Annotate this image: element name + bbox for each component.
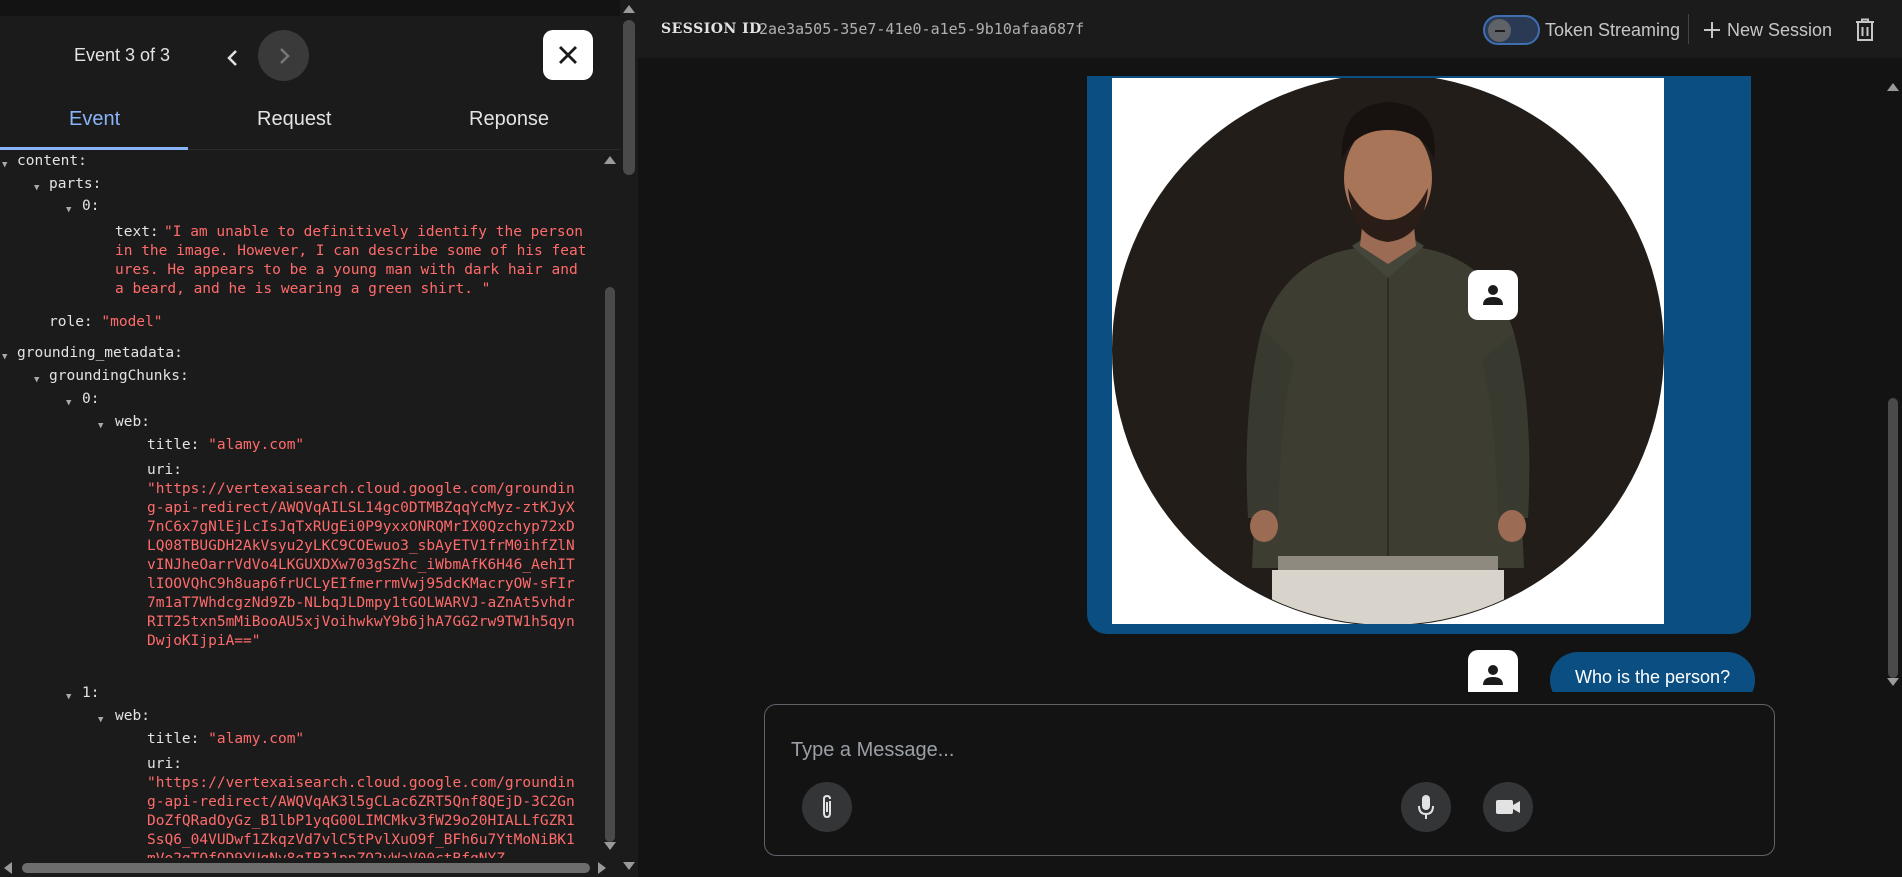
scroll-down-arrow-icon[interactable] <box>1887 678 1899 686</box>
paperclip-icon <box>823 794 831 819</box>
tree-value-uri: "https://vertexaisearch.cloud.google.com… <box>147 775 575 858</box>
microphone-button[interactable] <box>1401 782 1451 832</box>
tab-request[interactable]: Request <box>257 108 332 131</box>
panel-top-strip <box>0 0 620 16</box>
scroll-left-arrow-icon[interactable] <box>4 862 12 874</box>
tree-key-title: title <box>147 731 191 747</box>
plus-icon <box>1704 22 1720 38</box>
event-count: Event 3 of 3 <box>74 45 171 65</box>
close-button[interactable] <box>543 30 593 80</box>
session-toolbar: SESSION ID 2ae3a505-35e7-41e0-a1e5-9b10a… <box>638 0 1902 58</box>
collapse-caret-icon[interactable]: ▼ <box>66 201 71 220</box>
scroll-up-arrow-icon[interactable] <box>604 156 616 164</box>
scroll-down-arrow-icon[interactable] <box>623 862 635 870</box>
collapse-caret-icon[interactable]: ▼ <box>98 417 103 436</box>
tree-key-parts: parts <box>49 176 93 192</box>
person-icon <box>1483 285 1503 305</box>
scrollbar-thumb[interactable] <box>605 287 615 842</box>
trash-icon <box>1856 18 1874 41</box>
collapse-caret-icon[interactable]: ▼ <box>66 688 71 707</box>
token-streaming-toggle[interactable] <box>1483 15 1540 45</box>
tree-vertical-scrollbar[interactable] <box>600 152 620 858</box>
user-message-text: Who is the person? <box>1575 667 1731 687</box>
toggle-knob <box>1488 19 1511 42</box>
chat-vertical-scrollbar[interactable] <box>1884 58 1902 692</box>
scroll-up-arrow-icon[interactable] <box>1887 83 1899 91</box>
scrollbar-thumb[interactable] <box>22 863 590 873</box>
toolbar-divider <box>1688 14 1689 44</box>
tree-key-chunk-index: 1 <box>82 685 91 701</box>
chat-messages: Who is the person? <box>638 58 1884 692</box>
tab-response[interactable]: Reponse <box>469 108 549 131</box>
scroll-right-arrow-icon[interactable] <box>598 862 606 874</box>
uploaded-image <box>1112 78 1664 624</box>
tree-key-web: web <box>115 414 142 430</box>
chevron-right-icon <box>279 47 290 64</box>
scrollbar-thumb[interactable] <box>1888 398 1898 678</box>
tree-key-grounding-metadata: grounding_metadata <box>17 345 175 361</box>
close-icon <box>559 46 577 64</box>
tree-key-chunk-index: 0 <box>82 391 91 407</box>
microphone-icon <box>1418 795 1434 819</box>
panel-vertical-scrollbar[interactable] <box>620 0 638 877</box>
scroll-down-arrow-icon[interactable] <box>604 842 616 850</box>
tree-value-uri: "https://vertexaisearch.cloud.google.com… <box>147 481 575 649</box>
collapse-caret-icon[interactable]: ▼ <box>2 156 7 175</box>
delete-session-button[interactable] <box>1851 15 1879 45</box>
event-tabs: Event Request Reponse <box>0 94 620 150</box>
tree-key-uri: uri <box>147 462 174 478</box>
collapse-caret-icon[interactable]: ▼ <box>34 179 39 198</box>
collapse-caret-icon[interactable]: ▼ <box>34 371 39 390</box>
active-tab-indicator <box>0 147 188 150</box>
tree-key-role: role <box>49 314 84 330</box>
tree-key-index: 0 <box>82 198 91 214</box>
tree-key-grounding-chunks: groundingChunks <box>49 368 180 384</box>
collapse-caret-icon[interactable]: ▼ <box>66 394 71 413</box>
next-event-button[interactable] <box>258 30 309 81</box>
user-message-bubble: Who is the person? <box>1550 652 1756 692</box>
tree-value-title: "alamy.com" <box>208 731 305 747</box>
tree-key-web: web <box>115 708 142 724</box>
person-icon <box>1483 665 1503 685</box>
json-tree: ▼ content: ▼ parts: ▼ 0: text: "I am una… <box>0 152 600 858</box>
token-streaming-label: Token Streaming <box>1545 20 1681 40</box>
event-panel: Event 3 of 3 Event Request Reponse ▼ con… <box>0 0 638 877</box>
new-session-button[interactable]: New Session <box>1703 16 1832 44</box>
tree-key-title: title <box>147 437 191 453</box>
model-avatar <box>1468 270 1518 320</box>
message-input[interactable] <box>791 735 1491 765</box>
previous-event-button[interactable] <box>219 44 247 72</box>
tree-key-content: content <box>17 153 79 169</box>
chat-panel: SESSION ID 2ae3a505-35e7-41e0-a1e5-9b10a… <box>638 0 1902 877</box>
video-camera-icon <box>1496 800 1520 814</box>
person-photo <box>1112 78 1664 624</box>
collapse-caret-icon[interactable]: ▼ <box>98 711 103 730</box>
collapse-caret-icon[interactable]: ▼ <box>2 348 7 367</box>
tree-value-text: "I am unable to definitively identify th… <box>115 224 587 297</box>
tree-key-uri: uri <box>147 756 174 772</box>
event-header: Event 3 of 3 <box>0 16 620 94</box>
tab-event[interactable]: Event <box>69 108 120 131</box>
chevron-left-icon <box>227 50 237 66</box>
scroll-up-arrow-icon[interactable] <box>623 5 635 13</box>
user-avatar <box>1468 650 1518 692</box>
attach-file-button[interactable] <box>802 782 852 832</box>
tree-value-title: "alamy.com" <box>208 437 305 453</box>
session-id-label: SESSION ID <box>661 21 762 37</box>
message-composer <box>764 704 1775 856</box>
session-id-value: 2ae3a505-35e7-41e0-a1e5-9b10afaa687f <box>759 20 1085 38</box>
video-button[interactable] <box>1483 782 1533 832</box>
tree-value-role: "model" <box>101 314 163 330</box>
scrollbar-thumb[interactable] <box>623 20 635 175</box>
tree-horizontal-scrollbar[interactable] <box>0 858 620 877</box>
new-session-label: New Session <box>1727 19 1833 40</box>
